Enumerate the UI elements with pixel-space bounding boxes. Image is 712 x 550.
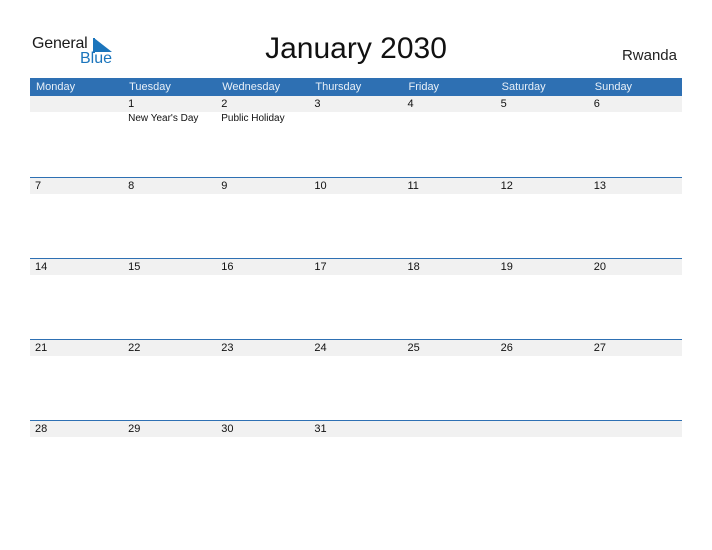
- day-number: 10: [314, 180, 327, 192]
- day-number: 21: [35, 342, 48, 354]
- date-strip: 14 15 16 17 18 19 20: [30, 259, 682, 275]
- date-strip: 7 8 9 10 11 12 13: [30, 178, 682, 194]
- calendar-title: January 2030: [265, 32, 447, 65]
- day-number: 15: [128, 261, 141, 273]
- events-row: [30, 194, 682, 195]
- day-number: 22: [128, 342, 141, 354]
- day-number: 19: [500, 261, 513, 273]
- day-number: 25: [407, 342, 420, 354]
- day-event: [309, 112, 402, 124]
- day-event: [216, 356, 309, 357]
- day-number: 28: [35, 423, 48, 435]
- calendar-grid: Monday Tuesday Wednesday Thursday Friday…: [30, 78, 682, 501]
- day-number: 13: [593, 180, 606, 192]
- day-number: 29: [128, 423, 141, 435]
- day-number: 7: [35, 180, 42, 192]
- day-number: 26: [500, 342, 513, 354]
- day-number: 5: [500, 98, 507, 110]
- day-number: 24: [314, 342, 327, 354]
- day-number: [30, 96, 123, 112]
- day-number: 30: [221, 423, 234, 435]
- day-event: [216, 275, 309, 276]
- week-row: 1 2 3 4 5 6 New Year's Day Public Holiday: [30, 96, 682, 177]
- day-event: [589, 356, 682, 357]
- day-event: [403, 437, 496, 438]
- weekday-label: Wednesday: [222, 81, 281, 93]
- day-number: 18: [407, 261, 420, 273]
- weekday-label: Sunday: [594, 81, 633, 93]
- day-event: [496, 437, 589, 438]
- day-number: [496, 421, 589, 437]
- country-label: Rwanda: [621, 47, 677, 64]
- events-row: [30, 437, 682, 438]
- weekday-header: Monday Tuesday Wednesday Thursday Friday…: [30, 78, 682, 96]
- day-event: [123, 275, 216, 276]
- day-number: [403, 421, 496, 437]
- day-event: [30, 356, 123, 357]
- day-event: [589, 275, 682, 276]
- events-row: [30, 275, 682, 276]
- day-number: 23: [221, 342, 234, 354]
- day-event: [403, 194, 496, 195]
- day-event: [589, 194, 682, 195]
- day-event: [30, 194, 123, 195]
- day-event: [496, 194, 589, 195]
- day-event: [496, 112, 589, 124]
- day-event: [309, 437, 402, 438]
- day-number: 31: [314, 423, 327, 435]
- day-event: [403, 275, 496, 276]
- weekday-label: Saturday: [501, 81, 546, 93]
- day-event: [309, 275, 402, 276]
- week-row: 21 22 23 24 25 26 27: [30, 339, 682, 420]
- weekday-label: Tuesday: [129, 81, 171, 93]
- week-row: 28 29 30 31: [30, 420, 682, 501]
- day-event: [123, 356, 216, 357]
- day-event: [496, 356, 589, 357]
- day-event: New Year's Day: [128, 113, 199, 124]
- week-row: 14 15 16 17 18 19 20: [30, 258, 682, 339]
- weekday-label: Monday: [36, 81, 76, 93]
- day-event: Public Holiday: [221, 113, 285, 124]
- events-row: New Year's Day Public Holiday: [30, 112, 682, 124]
- day-event: [589, 437, 682, 438]
- weekday-label: Friday: [408, 81, 440, 93]
- day-number: 12: [500, 180, 513, 192]
- day-event: [123, 194, 216, 195]
- events-row: [30, 356, 682, 357]
- day-event: [309, 194, 402, 195]
- day-event: [496, 275, 589, 276]
- day-event: [216, 194, 309, 195]
- day-event: [30, 112, 123, 124]
- day-number: 6: [593, 98, 600, 110]
- day-number: 2: [221, 98, 228, 110]
- day-event: [30, 275, 123, 276]
- day-event: [30, 437, 123, 438]
- day-event: [403, 112, 496, 124]
- day-event: [123, 437, 216, 438]
- day-number: 27: [593, 342, 606, 354]
- day-event: [216, 437, 309, 438]
- day-number: 1: [128, 98, 135, 110]
- date-strip: 1 2 3 4 5 6: [30, 96, 682, 112]
- day-number: 20: [593, 261, 606, 273]
- date-strip: 21 22 23 24 25 26 27: [30, 340, 682, 356]
- week-row: 7 8 9 10 11 12 13: [30, 177, 682, 258]
- day-event: [403, 356, 496, 357]
- date-strip: 28 29 30 31: [30, 421, 682, 437]
- day-event: [589, 112, 682, 124]
- day-number: 14: [35, 261, 48, 273]
- day-number: [589, 421, 682, 437]
- day-number: 17: [314, 261, 327, 273]
- weekday-label: Thursday: [315, 81, 362, 93]
- day-number: 8: [128, 180, 135, 192]
- day-number: 11: [407, 180, 419, 192]
- day-event: [309, 356, 402, 357]
- day-number: 9: [221, 180, 228, 192]
- day-number: 4: [407, 98, 414, 110]
- weeks-container: 1 2 3 4 5 6 New Year's Day Public Holiday 7 8 9 10 1…: [30, 96, 682, 501]
- day-number: 3: [314, 98, 321, 110]
- day-number: 16: [221, 261, 234, 273]
